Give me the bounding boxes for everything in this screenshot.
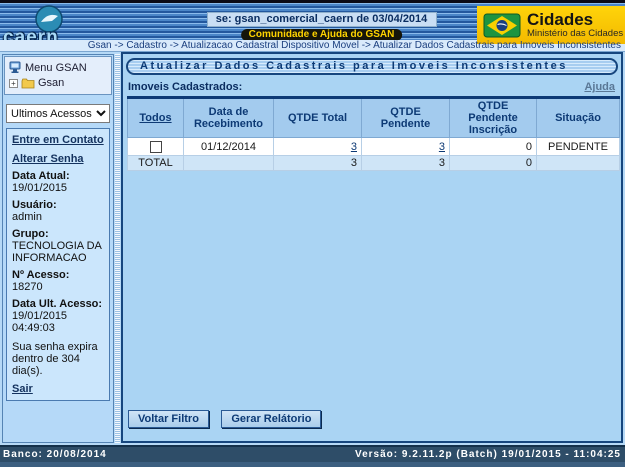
status-bar: Banco: 20/08/2014 Versão: 9.2.11.2p (Bat… bbox=[0, 445, 625, 467]
session-info: se: gsan_comercial_caern de 03/04/2014 bbox=[207, 12, 437, 27]
header-todos[interactable]: Todos bbox=[128, 98, 184, 138]
menu-gsan-item[interactable]: Menu GSAN bbox=[9, 60, 109, 75]
change-password-link[interactable]: Alterar Senha bbox=[12, 153, 104, 165]
ministry-subtitle: Ministério das Cidades bbox=[527, 28, 623, 39]
last-access-value: 19/01/2015 04:49:03 bbox=[12, 310, 104, 334]
cell-data-recebimento: 01/12/2014 bbox=[184, 138, 274, 156]
main-panel: Atualizar Dados Cadastrais para Imoveis … bbox=[121, 52, 623, 443]
sidebar: Menu GSAN + Gsan Ultimos Acessos Entre e… bbox=[2, 54, 114, 443]
header-qtde-total: QTDE Total bbox=[274, 98, 362, 138]
table-row: 01/12/2014 3 3 0 PENDENTE bbox=[128, 138, 620, 156]
tree-item-gsan[interactable]: + Gsan bbox=[9, 75, 109, 89]
computer-icon bbox=[9, 61, 21, 74]
cell-qtde-pendente: 3 bbox=[362, 138, 450, 156]
gerar-relatorio-button[interactable]: Gerar Relátorio bbox=[221, 410, 321, 428]
help-link[interactable]: Ajuda bbox=[584, 81, 615, 93]
ministry-title: Cidades bbox=[527, 11, 623, 28]
cell-checkbox bbox=[128, 138, 184, 156]
total-empty-situacao bbox=[537, 156, 620, 171]
sidebar-resize-divider[interactable] bbox=[115, 54, 120, 443]
expand-icon[interactable]: + bbox=[9, 79, 18, 88]
section-label: Imoveis Cadastrados: bbox=[128, 81, 242, 93]
qtde-pendente-link[interactable]: 3 bbox=[439, 141, 445, 153]
header-qtde-pendente: QTDE Pendente bbox=[362, 98, 450, 138]
recent-access-select[interactable]: Ultimos Acessos bbox=[6, 104, 110, 123]
row-checkbox[interactable] bbox=[150, 141, 162, 153]
select-all-link[interactable]: Todos bbox=[139, 112, 171, 124]
brazil-flag-icon bbox=[483, 12, 521, 39]
access-number-value: 18270 bbox=[12, 281, 104, 293]
header-qtde-pendente-inscricao: QTDE Pendente Inscrição bbox=[450, 98, 537, 138]
section-header-row: Imoveis Cadastrados: Ajuda bbox=[123, 78, 621, 95]
button-bar: Voltar Filtro Gerar Relátorio bbox=[128, 409, 329, 429]
breadcrumb[interactable]: Gsan -> Cadastro -> Atualizacao Cadastra… bbox=[0, 40, 625, 52]
user-value: admin bbox=[12, 211, 104, 223]
voltar-filtro-button[interactable]: Voltar Filtro bbox=[128, 410, 209, 428]
menu-gsan-label: Menu GSAN bbox=[25, 62, 87, 74]
total-qtde-pendente-inscricao: 0 bbox=[450, 156, 537, 171]
user-label: Usuário: bbox=[12, 199, 104, 211]
cell-qtde-total: 3 bbox=[274, 138, 362, 156]
total-label: TOTAL bbox=[128, 156, 184, 171]
cell-situacao: PENDENTE bbox=[537, 138, 620, 156]
imoveis-table: Todos Data de Recebimento QTDE Total QTD… bbox=[127, 96, 620, 171]
group-block: Grupo: TECNOLOGIA DA INFORMACAO bbox=[12, 228, 104, 264]
last-access-block: Data Ult. Acesso: 19/01/2015 04:49:03 bbox=[12, 298, 104, 334]
user-info-box: Entre em Contato Alterar Senha Data Atua… bbox=[6, 128, 110, 401]
access-number-block: Nº Acesso: 18270 bbox=[12, 269, 104, 293]
password-expiry-notice: Sua senha expira dentro de 304 dia(s). bbox=[12, 341, 104, 377]
header-situacao: Situação bbox=[537, 98, 620, 138]
contact-link[interactable]: Entre em Contato bbox=[12, 134, 104, 146]
cell-qtde-pendente-inscricao: 0 bbox=[450, 138, 537, 156]
current-date-label: Data Atual: bbox=[12, 170, 104, 182]
current-date-value: 19/01/2015 bbox=[12, 182, 104, 194]
table-header-row: Todos Data de Recebimento QTDE Total QTD… bbox=[128, 98, 620, 138]
table-total-row: TOTAL 3 3 0 bbox=[128, 156, 620, 171]
total-qtde-total: 3 bbox=[274, 156, 362, 171]
group-label: Grupo: bbox=[12, 228, 104, 240]
page-title: Atualizar Dados Cadastrais para Imoveis … bbox=[126, 58, 618, 75]
current-date-block: Data Atual: 19/01/2015 bbox=[12, 170, 104, 194]
folder-icon bbox=[21, 78, 35, 89]
total-empty-date bbox=[184, 156, 274, 171]
ministry-text-block: Cidades Ministério das Cidades bbox=[527, 11, 623, 39]
db-date-status: Banco: 20/08/2014 bbox=[3, 449, 107, 467]
menu-tree-box: Menu GSAN + Gsan bbox=[4, 56, 112, 95]
version-status: Versão: 9.2.11.2p (Batch) 19/01/2015 - 1… bbox=[355, 449, 621, 467]
tree-item-label: Gsan bbox=[38, 77, 64, 89]
user-block: Usuário: admin bbox=[12, 199, 104, 223]
cidades-logo: Cidades Ministério das Cidades bbox=[477, 6, 625, 44]
last-access-label: Data Ult. Acesso: bbox=[12, 298, 104, 310]
header-data-recebimento: Data de Recebimento bbox=[184, 98, 274, 138]
logout-link[interactable]: Sair bbox=[12, 383, 104, 395]
access-number-label: Nº Acesso: bbox=[12, 269, 104, 281]
qtde-total-link[interactable]: 3 bbox=[351, 141, 357, 153]
group-value: TECNOLOGIA DA INFORMACAO bbox=[12, 240, 104, 264]
total-qtde-pendente: 3 bbox=[362, 156, 450, 171]
